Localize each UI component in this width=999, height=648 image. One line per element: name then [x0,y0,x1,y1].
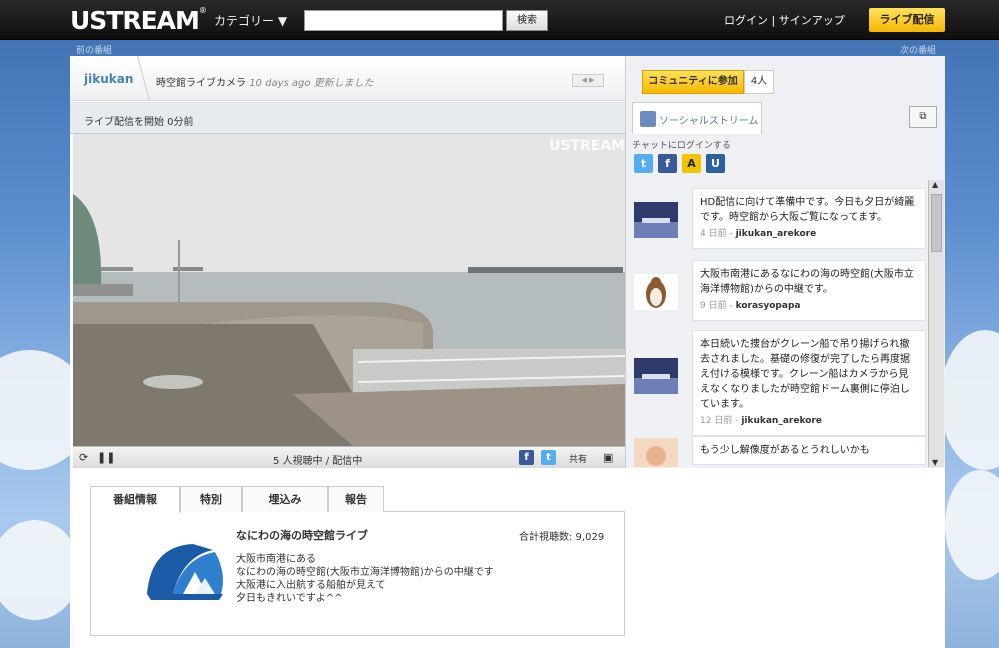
channel-name[interactable]: jikukan [84,72,133,86]
message-text: 本日続いた捜台がクレーン船で吊り揚げられ撤去されました。基礎の修復が完了したら再… [700,339,910,410]
message-user[interactable]: korasyopapa [736,301,801,311]
scroll-up-icon[interactable]: ▲ [932,180,938,189]
tab-report[interactable]: 報告 [328,486,384,512]
chat-feed: HD配信に向けて準備中です。今日も夕日が綺麗です。時空館から大阪ご覧になってます… [626,180,928,467]
tab-program-info[interactable]: 番組情報 [90,486,180,513]
facebook-share-icon[interactable]: f [519,450,534,465]
join-community-button[interactable]: コミュニティに参加 [642,70,744,94]
social-stream-label: ソーシャルストリーム [659,116,759,127]
search-button[interactable]: 検索 [506,10,548,31]
message-meta: 4 日前 - jikukan_arekore [700,229,817,239]
info-title: なにわの海の時空館ライブ [236,529,368,542]
viewer-count: 5 人視聴中 / 配信中 [273,456,363,467]
twitter-share-icon[interactable]: t [541,450,556,465]
message-text: もう少し解像度があるとうれしいかも [700,445,870,456]
avatar[interactable] [634,438,678,467]
tab-social-stream[interactable]: ソーシャルストリーム [632,102,762,134]
video-player[interactable]: USTREAM [73,134,625,446]
background-cloud [940,330,999,470]
live-status-bar: ライブ配信を開始 0分前 [70,102,625,134]
main-panel: jikukan 時空館ライブカメラ 10 days ago 更新しました ◀ ▶… [70,56,945,648]
login-signup-link[interactable]: ログイン | サインアップ [724,12,845,28]
member-count: 4人 [744,70,774,94]
message-text: 大阪市南港にあるなにわの海の時空館(大阪市立海洋博物館)からの中継です。 [700,269,914,295]
harbor-video-frame [73,134,625,446]
pause-icon[interactable]: ❚❚ [97,451,115,464]
social-stream-icon [640,111,656,127]
chat-message: 大阪市南港にあるなにわの海の時空館(大阪市立海洋博物館)からの中継です。 9 日… [692,260,926,321]
facebook-login-icon[interactable]: f [658,154,677,173]
video-watermark: USTREAM [549,138,625,154]
chat-login-link[interactable]: チャットにログインする [632,138,731,151]
channel-logo[interactable] [143,534,227,612]
tab-special[interactable]: 特別 [180,486,242,512]
chat-scrollbar[interactable]: ▲ ▼ [928,180,944,467]
next-program-link[interactable]: 次の番組 [900,43,936,56]
popout-icon[interactable]: ⧉ [909,106,937,128]
total-views: 合計視聴数: 9,029 [519,532,605,543]
tab-embed[interactable]: 埋込み [242,486,328,512]
chat-message: HD配信に向けて準備中です。今日も夕日が綺麗です。時空館から大阪ご覧になってます… [692,188,926,249]
category-menu[interactable]: カテゴリー ▼ [214,12,287,29]
avatar[interactable] [634,358,678,394]
ustream-login-icon[interactable]: U [706,154,725,173]
message-meta: 9 日前 - korasyopapa [700,301,801,311]
share-label[interactable]: 共有 [569,452,587,465]
refresh-icon[interactable]: ⟳ [79,451,88,464]
ustream-logo[interactable]: USTREAM® [70,6,207,35]
player-controls: ⟳ ❚❚ 5 人視聴中 / 配信中 f t 共有 ▣ [73,446,625,468]
top-navigation-bar: USTREAM® カテゴリー ▼ 検索 ログイン | サインアップ ライブ配信 [0,0,999,40]
background-cloud [945,470,999,580]
search-input[interactable] [304,10,503,31]
community-sidebar: コミュニティに参加 4人 ソーシャルストリーム ⧉ チャットにログインする t … [625,56,945,468]
message-user[interactable]: jikukan_arekore [736,229,817,239]
avatar[interactable] [634,274,678,310]
fullscreen-icon[interactable]: ▣ [603,451,613,464]
twitter-login-icon[interactable]: t [634,154,653,173]
aim-login-icon[interactable]: A [682,154,701,173]
live-status-text: ライブ配信を開始 0分前 [84,117,194,128]
background-cloud [0,520,80,620]
program-header: jikukan 時空館ライブカメラ 10 days ago 更新しました ◀ ▶ [70,56,625,101]
chat-message: 本日続いた捜台がクレーン船で吊り揚げられ撤去されました。基礎の修復が完了したら再… [692,330,926,436]
program-tabs: 番組情報 特別 埋込み 報告 [90,486,625,513]
message-user[interactable]: jikukan_arekore [741,416,822,426]
message-meta: 12 日前 - jikukan_arekore [700,416,822,426]
go-live-button[interactable]: ライブ配信 [869,8,945,32]
scrollbar-thumb[interactable] [931,194,942,252]
scroll-down-icon[interactable]: ▼ [932,458,938,467]
avatar[interactable] [634,202,678,238]
prev-next-arrows[interactable]: ◀ ▶ [572,74,604,87]
info-description: 大阪市南港にある なにわの海の時空館(大阪市立海洋博物館)からの中継です 大阪港… [236,554,494,604]
chat-message: もう少し解像度があるとうれしいかも [692,436,926,465]
message-text: HD配信に向けて準備中です。今日も夕日が綺麗です。時空館から大阪ご覧になってます… [700,197,915,223]
prev-program-link[interactable]: 前の番組 [76,43,112,56]
program-info-panel: なにわの海の時空館ライブ 合計視聴数: 9,029 大阪市南港にある なにわの海… [90,512,625,636]
program-title: 時空館ライブカメラ 10 days ago 更新しました [156,78,374,89]
